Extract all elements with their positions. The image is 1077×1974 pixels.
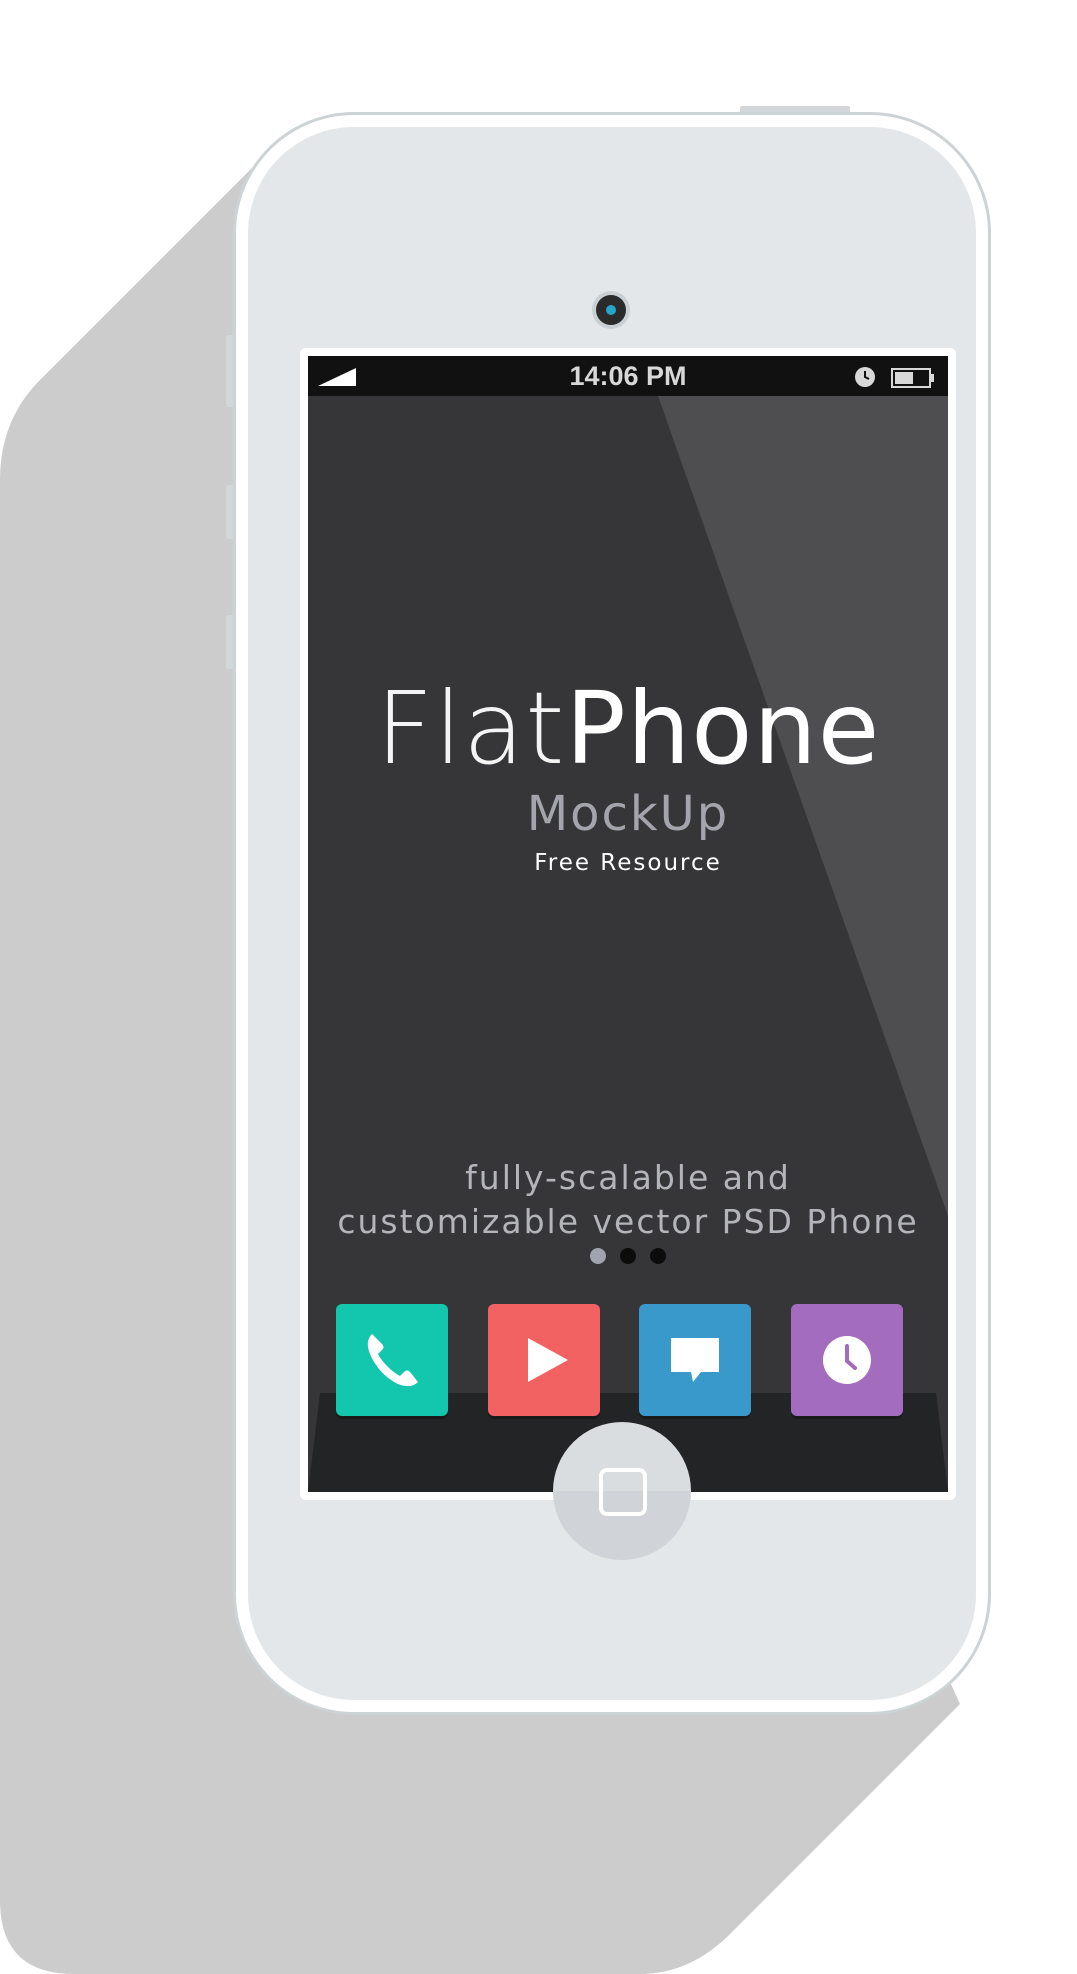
clock-app-button[interactable] (791, 1304, 903, 1416)
page-dot-1[interactable] (590, 1248, 606, 1264)
home-square-icon (599, 1468, 647, 1516)
hero-caption: Free Resource (534, 850, 722, 876)
status-time: 14:06 PM (569, 361, 687, 391)
page-indicator[interactable] (308, 1248, 948, 1264)
hero-title-flat: Flat (375, 670, 566, 787)
home-button[interactable] (553, 1422, 691, 1560)
status-bar: 14:06 PM (308, 356, 948, 396)
play-icon (528, 1338, 568, 1382)
hero-title: FlatPhone (308, 674, 948, 784)
screen-frame: 14:06 PM FlatPhone MockUp Free Resource (300, 348, 956, 1500)
clock-icon (823, 1336, 871, 1384)
tagline: fully-scalable and customizable vector P… (308, 1156, 948, 1244)
video-app-button[interactable] (488, 1304, 600, 1416)
messages-app-button[interactable] (639, 1304, 751, 1416)
alarm-clock-icon (855, 367, 875, 387)
front-camera (596, 295, 626, 325)
page-dot-3[interactable] (650, 1248, 666, 1264)
page-dot-2[interactable] (620, 1248, 636, 1264)
phone-face: 14:06 PM FlatPhone MockUp Free Resource (248, 127, 976, 1700)
hero-title-phone: Phone (565, 670, 881, 787)
tagline-line-1: fully-scalable and (465, 1158, 791, 1197)
phone-body: 14:06 PM FlatPhone MockUp Free Resource (236, 115, 988, 1712)
phone-icon (367, 1334, 418, 1387)
tagline-line-2: customizable vector PSD Phone (337, 1202, 919, 1241)
hero-subtitle: MockUp (526, 786, 730, 842)
phone-app-button[interactable] (336, 1304, 448, 1416)
message-bubble-icon (671, 1338, 719, 1382)
screen: 14:06 PM FlatPhone MockUp Free Resource (308, 356, 948, 1492)
battery-icon (891, 368, 934, 388)
